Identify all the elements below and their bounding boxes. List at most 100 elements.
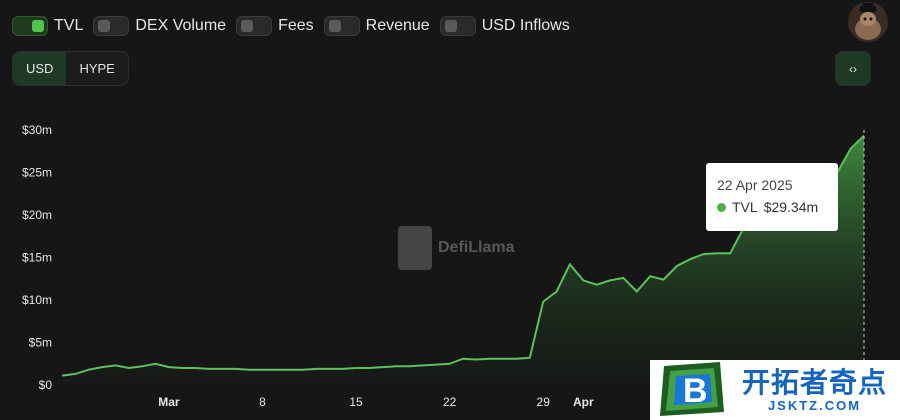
tvl-data-point (662, 278, 666, 282)
tvl-data-point (341, 367, 345, 371)
toggle-knob (32, 20, 44, 32)
tvl-data-point (207, 367, 211, 371)
tvl-data-point (140, 364, 144, 368)
watermark-text: DefiLlama (438, 239, 515, 256)
denomination-usd-button[interactable]: USD (13, 52, 67, 85)
tvl-data-point (448, 362, 452, 366)
metric-toggles: TVL DEX Volume Fees Revenue USD Inflows (12, 16, 580, 36)
llama-avatar-icon (848, 2, 888, 42)
toggle-switch[interactable] (12, 16, 48, 36)
denomination-switch: USD HYPE (12, 51, 129, 86)
toggle-fees[interactable]: Fees (236, 16, 314, 36)
tvl-data-point (488, 357, 492, 361)
user-avatar[interactable] (848, 2, 888, 42)
x-tick-label: 29 (537, 395, 551, 409)
x-tick-label: 22 (443, 395, 457, 409)
tvl-data-point (87, 368, 91, 372)
tvl-data-point (528, 356, 532, 360)
tvl-data-point (715, 251, 719, 255)
tvl-data-point (127, 366, 131, 370)
tvl-data-point (862, 134, 866, 138)
toggle-label: Fees (278, 17, 314, 34)
tvl-data-point (274, 368, 278, 372)
x-tick-label: 15 (349, 395, 363, 409)
chart-tooltip: 22 Apr 2025 TVL $29.34m (706, 163, 838, 231)
tvl-data-point (73, 372, 77, 376)
series-dot-icon (717, 202, 726, 212)
tvl-data-point (608, 278, 612, 282)
tooltip-date: 22 Apr 2025 (717, 177, 793, 193)
toggle-knob (444, 20, 457, 32)
x-tick-label: Apr (573, 395, 594, 409)
toggle-label: TVL (54, 17, 84, 34)
tvl-data-point (220, 367, 224, 371)
tvl-data-point (314, 367, 318, 371)
toggle-label: DEX Volume (135, 17, 227, 34)
tvl-data-point (180, 366, 184, 370)
tvl-data-point (648, 274, 652, 278)
tooltip-value: $29.34m (763, 199, 819, 215)
tvl-data-point (167, 365, 171, 369)
tvl-data-point (394, 364, 398, 368)
tvl-data-point (194, 366, 198, 370)
tvl-data-point (354, 366, 358, 370)
y-tick-label: $5m (29, 336, 52, 350)
toggle-switch[interactable] (93, 16, 130, 36)
tvl-data-point (501, 357, 505, 361)
defillama-watermark: DefiLlama (398, 226, 514, 270)
tvl-data-point (327, 367, 331, 371)
tvl-data-point (301, 368, 305, 372)
toggle-switch[interactable] (323, 16, 360, 36)
tvl-data-point (541, 300, 545, 304)
toggle-switch[interactable] (439, 16, 476, 36)
site-badge: B 开拓者奇点 JSKTZ.COM (650, 360, 900, 420)
denomination-hype-button[interactable]: HYPE (66, 52, 128, 85)
tvl-data-point (635, 290, 639, 294)
toggle-revenue[interactable]: Revenue (323, 16, 430, 36)
tvl-data-point (261, 368, 265, 372)
toggle-usd-inflows[interactable]: USD Inflows (439, 16, 570, 36)
tvl-data-point (60, 374, 64, 378)
toggle-knob (98, 20, 111, 32)
badge-logo-letter: B (683, 372, 708, 410)
tvl-data-point (595, 283, 599, 287)
tvl-data-point (474, 358, 478, 362)
y-tick-label: $20m (22, 208, 52, 222)
x-tick-label: 8 (259, 395, 266, 409)
toggle-tvl[interactable]: TVL (12, 16, 83, 36)
badge-text: 开拓者奇点 JSKTZ.COM (742, 366, 888, 413)
tvl-data-point (421, 363, 425, 367)
tvl-data-point (381, 365, 385, 369)
tvl-data-point (367, 366, 371, 370)
tooltip-series: TVL (732, 199, 758, 215)
badge-logo-icon: B (656, 362, 728, 418)
y-axis: $0 $5m $10m $15m $20m $25m $30m (22, 123, 52, 392)
y-tick-label: $25m (22, 166, 52, 180)
tvl-data-point (568, 262, 572, 266)
tvl-data-point (555, 290, 559, 294)
toggle-knob (328, 20, 341, 32)
tvl-data-point (675, 264, 679, 268)
tvl-data-point (247, 368, 251, 372)
tvl-data-point (434, 363, 438, 367)
badge-title: 开拓者奇点 (742, 366, 888, 398)
tvl-data-point (688, 257, 692, 261)
tvl-data-point (728, 251, 732, 255)
tooltip-row: TVL $29.34m (717, 199, 827, 215)
x-tick-label: Mar (158, 395, 180, 409)
toggle-switch[interactable] (236, 16, 273, 36)
tvl-data-point (621, 276, 625, 280)
toggle-label: Revenue (365, 17, 430, 34)
toggle-label: USD Inflows (481, 17, 570, 34)
tvl-data-point (234, 367, 238, 371)
x-axis: Mar 8 15 22 29 Apr (158, 395, 594, 409)
embed-code-button[interactable]: ‹› (835, 51, 871, 86)
tvl-data-point (581, 278, 585, 282)
y-tick-label: $0 (39, 378, 53, 392)
y-tick-label: $10m (22, 293, 52, 307)
toggle-dex-volume[interactable]: DEX Volume (93, 16, 226, 36)
tvl-data-point (849, 147, 853, 151)
badge-url: JSKTZ.COM (767, 397, 862, 413)
tvl-data-point (154, 362, 158, 366)
tvl-data-point (461, 357, 465, 361)
